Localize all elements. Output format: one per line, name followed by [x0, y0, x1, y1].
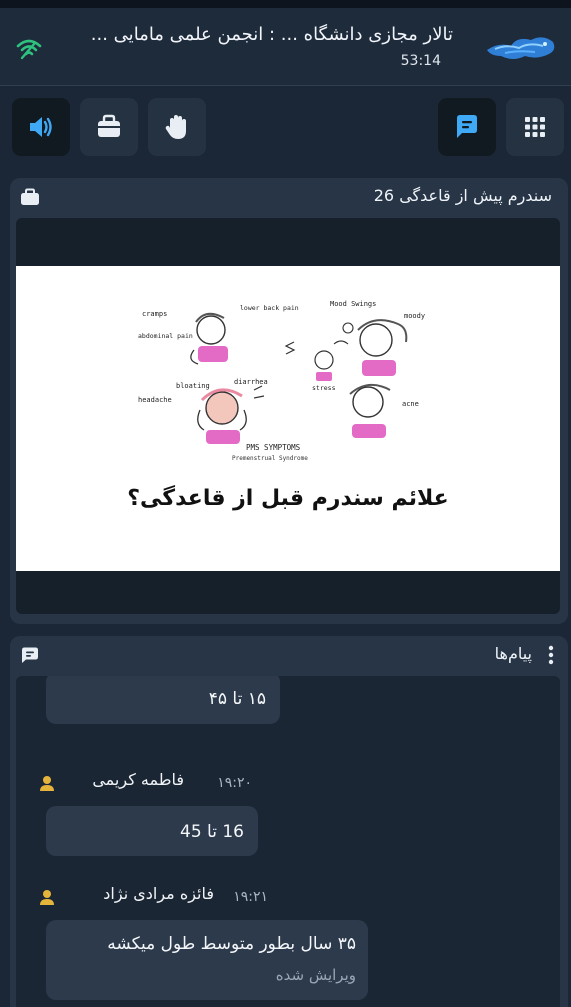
bloating-label: bloating — [176, 382, 210, 390]
headache-label: headache — [138, 396, 172, 404]
app-header: تالار مجازی دانشگاه ... : انجمن علمی مام… — [0, 8, 571, 86]
message-time: ۱۹:۲۱ — [233, 889, 268, 905]
pms-symptoms-illustration: cramps lower back pain abdominal pain bl… — [138, 300, 425, 462]
message-time-wrap: ۱۹:۲۰ — [217, 772, 252, 791]
material-button[interactable] — [80, 98, 138, 156]
slide-viewport: cramps lower back pain abdominal pain bl… — [16, 218, 560, 614]
mood-swings-label: Mood Swings — [330, 300, 376, 308]
presentation-panel: سندرم پیش از قاعدگی 26 cramps lower back… — [10, 178, 568, 624]
session-title: تالار مجازی دانشگاه ... : انجمن علمی مام… — [90, 24, 453, 45]
sender-name: فائزه مرادی نژاد — [103, 884, 214, 903]
pms-symptoms-label: PMS SYMPTOMS — [246, 443, 301, 452]
lower-back-pain-label: lower back pain — [240, 304, 299, 312]
user-avatar-icon — [40, 890, 54, 905]
chat-icon — [22, 647, 38, 663]
user-avatar-icon — [40, 776, 54, 791]
apps-button[interactable] — [506, 98, 564, 156]
diarrhea-label: diarrhea — [234, 378, 268, 386]
premenstrual-label: Premenstrual Syndrome — [232, 455, 308, 462]
briefcase-icon — [21, 188, 39, 205]
presentation-title: سندرم پیش از قاعدگی 26 — [373, 186, 552, 205]
chat-button[interactable] — [438, 98, 496, 156]
acne-label: acne — [402, 400, 419, 408]
briefcase-icon — [98, 114, 120, 137]
slide-caption: علائم سندرم قبل از قاعدگی؟ — [127, 486, 449, 511]
abdominal-pain-label: abdominal pain — [138, 332, 193, 340]
chat-icon — [457, 115, 477, 138]
chat-title: پیام‌ها — [494, 644, 532, 663]
hand-icon — [165, 115, 186, 139]
raise-hand-button[interactable] — [148, 98, 206, 156]
status-strip — [0, 0, 571, 8]
cloud-dragon-logo — [487, 37, 555, 59]
cramps-label: cramps — [142, 310, 167, 318]
sender-name: فاطمه کریمی — [92, 770, 184, 789]
message-text: 16 تا 45 — [180, 822, 244, 842]
edited-label: ویرایش شده — [275, 966, 356, 984]
message-time-wrap: ۱۹:۲۱ — [233, 886, 268, 905]
grid-icon — [525, 117, 545, 137]
session-timer: 53:14 — [400, 53, 441, 69]
speaker-button[interactable] — [12, 98, 70, 156]
message-sender-row: فائزه مرادی نژاد — [103, 884, 214, 903]
speaker-icon — [30, 117, 52, 137]
more-options-icon[interactable] — [548, 644, 554, 666]
stress-label: stress — [312, 384, 336, 392]
message-sender-row: فاطمه کریمی — [92, 770, 184, 789]
message-bubble: 16 تا 45 — [46, 806, 258, 856]
moody-label: moody — [404, 312, 425, 320]
message-text: ۳۵ سال بطور متوسط طول میکشه — [107, 934, 356, 954]
signal-icon[interactable] — [16, 38, 42, 60]
toolbar — [0, 86, 571, 170]
chat-panel: پیام‌ها ۱۵ تا ۴۵ فاطمه کریمی ۱۹:۲۰ 16 تا… — [10, 636, 568, 1007]
message-bubble: ۱۵ تا ۴۵ — [46, 676, 280, 724]
message-time: ۱۹:۲۰ — [217, 775, 252, 791]
slide: cramps lower back pain abdominal pain bl… — [16, 266, 560, 571]
message-bubble: ۳۵ سال بطور متوسط طول میکشه ویرایش شده — [46, 920, 368, 1000]
message-list[interactable]: ۱۵ تا ۴۵ فاطمه کریمی ۱۹:۲۰ 16 تا 45 فائز… — [16, 676, 560, 1007]
message-text: ۱۵ تا ۴۵ — [208, 689, 266, 709]
